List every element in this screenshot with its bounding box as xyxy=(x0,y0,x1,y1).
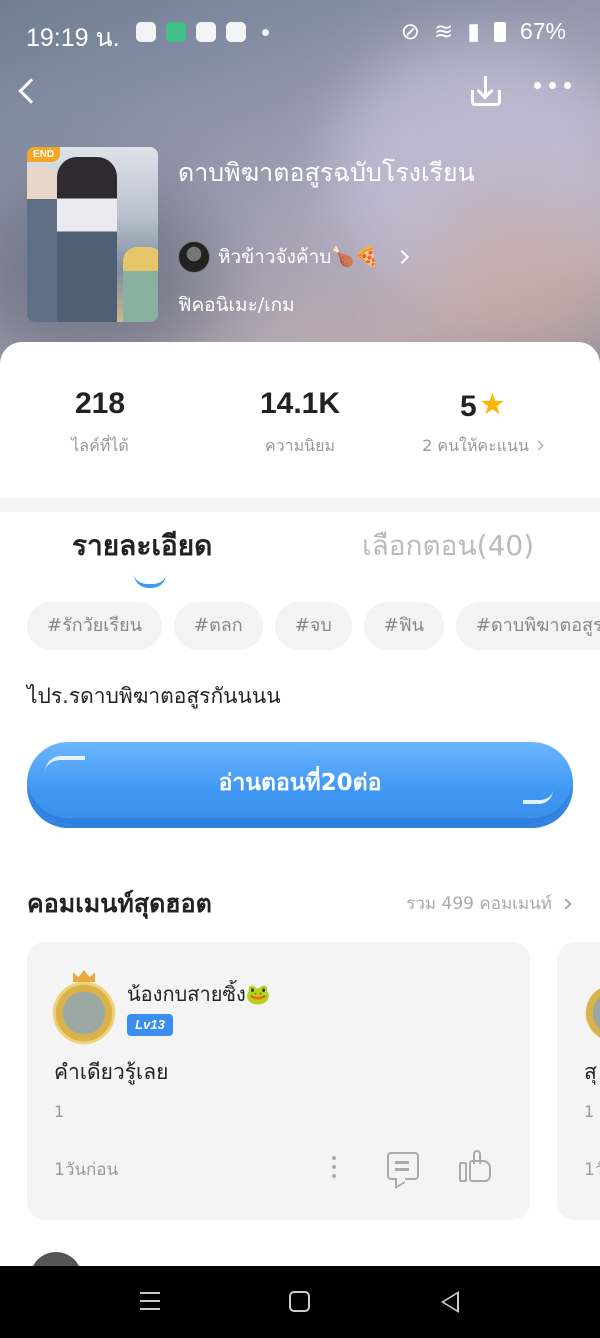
tag-chip[interactable]: #ตลก xyxy=(173,602,263,650)
signal-icon: ▮ xyxy=(467,18,480,44)
recent-apps-icon[interactable] xyxy=(140,1292,160,1310)
story-cover-image[interactable]: END xyxy=(27,147,158,322)
commenter-avatar[interactable] xyxy=(49,970,119,1048)
comment-text: สุ xyxy=(584,1060,597,1084)
all-comments-label: รวม 499 คอมเมนท์ xyxy=(406,894,552,914)
stat-value: 14.1K xyxy=(259,387,341,420)
more-options-icon[interactable] xyxy=(534,82,571,89)
tab-episodes[interactable]: เลือกตอน(40) xyxy=(362,524,534,568)
home-icon[interactable] xyxy=(289,1291,310,1312)
star-icon: ★ xyxy=(480,389,504,419)
author-link[interactable]: หิวข้าวจังค้าบ🍗🍕 xyxy=(178,241,409,273)
stat-likes: 218 ไลค์ที่ได้ xyxy=(0,382,200,459)
story-description: ไปร.รดาบพิฆาตอสูรกันนนน xyxy=(27,684,281,708)
content-sheet: 218 ไลค์ที่ได้ 14.1K ความนิยม 5 ★ 2 คนให้… xyxy=(0,342,600,1266)
dot-icon xyxy=(262,28,269,36)
tiktok-icon xyxy=(196,22,216,42)
stat-value: 218 xyxy=(74,387,126,420)
touch-icon xyxy=(226,22,246,42)
comment-text: คำเดียวรู้เลย xyxy=(54,1060,169,1084)
status-bar: 19:19 น. ⊘ ≋ ▮ 67% xyxy=(0,0,600,68)
status-time: 19:19 น. xyxy=(26,24,120,52)
comment-card[interactable]: สุ 1 1วั xyxy=(557,942,600,1220)
next-comment-avatar[interactable] xyxy=(30,1252,82,1266)
tag-chip[interactable]: #ฟิน xyxy=(363,602,444,650)
like-icon[interactable] xyxy=(459,1150,493,1182)
hot-comments-title: คอมเมนท์สุดฮอต xyxy=(27,889,212,918)
active-tab-indicator xyxy=(134,574,166,588)
comment-time: 1วันก่อน xyxy=(54,1160,119,1180)
comment-count: 1 xyxy=(584,1102,595,1121)
section-divider xyxy=(0,498,600,512)
rating-value: 5 xyxy=(460,390,477,423)
wifi-icon: ≋ xyxy=(434,18,454,44)
tag-chip[interactable]: #รักวัยเรียน xyxy=(27,602,162,650)
author-name: หิวข้าวจังค้าบ🍗🍕 xyxy=(218,246,379,268)
stat-popularity: 14.1K ความนิยม xyxy=(200,382,400,459)
tag-list: #รักวัยเรียน #ตลก #จบ #ฟิน #ดาบพิฆาตอสูร xyxy=(27,602,600,650)
chevron-right-icon xyxy=(560,897,572,910)
system-icons: ⊘ ≋ ▮ 67% xyxy=(401,18,566,45)
tag-chip[interactable]: #จบ xyxy=(274,602,352,650)
commenter-name[interactable]: น้องกบสายซิ้ง🐸 xyxy=(127,978,271,1010)
app-notification-icon xyxy=(166,22,186,42)
battery-icon xyxy=(493,21,506,42)
reply-icon[interactable] xyxy=(387,1152,419,1180)
stats-row: 218 ไลค์ที่ได้ 14.1K ความนิยม 5 ★ 2 คนให้… xyxy=(0,382,600,482)
comment-card[interactable]: น้องกบสายซิ้ง🐸 Lv13 คำเดียวรู้เลย 1 1วัน… xyxy=(27,942,530,1220)
commenter-avatar[interactable] xyxy=(579,978,600,1048)
rating-count: 2 คนให้คะแนน xyxy=(422,436,529,455)
stat-label: ความนิยม xyxy=(264,436,336,455)
story-title: ดาบพิฆาตอสูรฉบับโรงเรียน xyxy=(178,158,475,187)
all-comments-link[interactable]: รวม 499 คอมเมนท์ xyxy=(406,890,572,917)
end-badge: END xyxy=(27,147,61,162)
continue-reading-button[interactable]: อ่านตอนที่20ต่อ xyxy=(27,742,573,824)
stat-rating[interactable]: 5 ★ 2 คนให้คะแนน xyxy=(382,382,582,459)
system-back-icon[interactable] xyxy=(441,1291,459,1313)
more-vertical-icon[interactable] xyxy=(327,1154,341,1180)
stat-label: ไลค์ที่ได้ xyxy=(71,436,129,455)
tab-details[interactable]: รายละเอียด xyxy=(72,524,212,568)
system-navigation-bar xyxy=(0,1266,600,1338)
tag-chip[interactable]: #ดาบพิฆาตอสูร xyxy=(455,602,600,650)
continue-reading-label: อ่านตอนที่20ต่อ xyxy=(218,770,382,796)
comment-count: 1 xyxy=(54,1102,65,1121)
chevron-right-icon xyxy=(533,440,544,451)
crown-icon xyxy=(73,970,95,982)
battery-level: 67% xyxy=(519,18,566,44)
chevron-right-icon xyxy=(394,249,409,265)
comment-time: 1วั xyxy=(584,1160,600,1180)
download-icon[interactable] xyxy=(466,72,506,112)
level-badge: Lv13 xyxy=(127,1014,173,1036)
back-icon[interactable] xyxy=(10,72,50,112)
author-avatar xyxy=(178,241,210,273)
mute-icon: ⊘ xyxy=(400,18,420,44)
car-icon xyxy=(136,22,156,42)
story-genre: ฟิคอนิเมะ/เกม xyxy=(178,294,295,316)
notification-icons xyxy=(136,22,269,42)
tab-bar: รายละเอียด เลือกตอน(40) xyxy=(0,524,600,588)
